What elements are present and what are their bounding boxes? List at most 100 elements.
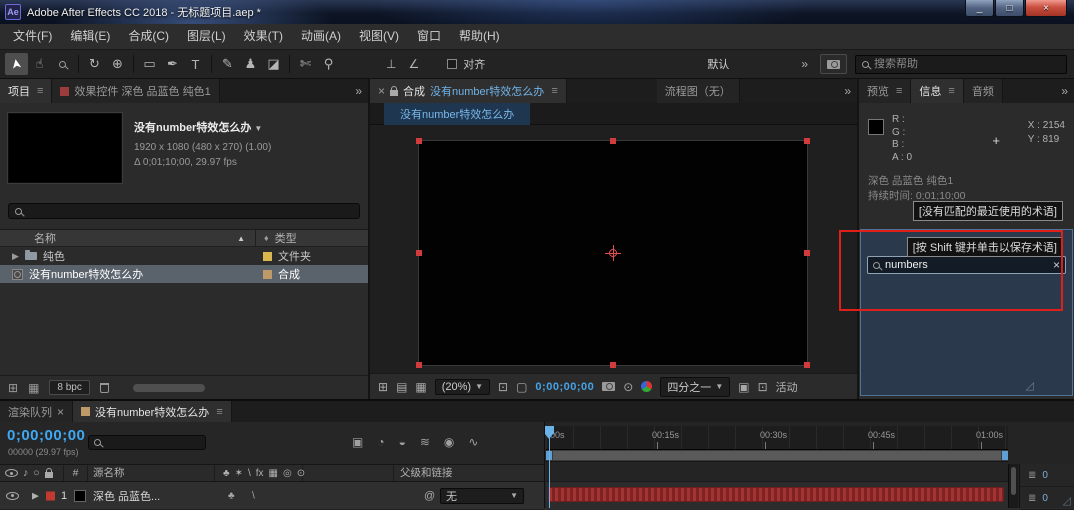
motion-blur-icon[interactable]: ◉ (444, 435, 454, 449)
brush-tool[interactable]: ✎ (216, 53, 239, 75)
eye-icon[interactable] (5, 469, 18, 477)
column-source-name[interactable]: 源名称 (88, 465, 215, 481)
panel-overflow-chevron[interactable]: » (349, 84, 368, 98)
work-area-end-handle[interactable] (1002, 451, 1008, 460)
tab-flowchart[interactable]: 流程图（无） (657, 79, 740, 103)
panel-grip-icon[interactable]: ◿ (1026, 379, 1034, 392)
local-axis-mode-icon[interactable]: ⊥ (386, 57, 396, 71)
transparency-grid-icon[interactable]: ▢ (516, 380, 527, 394)
table-row-selected[interactable]: 没有number特效怎么办 合成 (0, 265, 368, 283)
layer-track[interactable] (546, 482, 1008, 510)
current-timecode[interactable]: 0;00;00;00 (7, 427, 85, 444)
trash-icon[interactable] (100, 383, 109, 393)
selection-handle[interactable] (416, 138, 422, 144)
playhead-line[interactable] (549, 426, 550, 508)
mini-flowchart-icon[interactable]: ▣ (352, 435, 363, 449)
scrollbar-thumb[interactable] (1011, 467, 1016, 495)
menu-edit[interactable]: 编辑(E) (61, 24, 119, 49)
panel-menu-icon[interactable]: ≡ (948, 85, 954, 97)
snapshot-camera-icon[interactable] (602, 382, 615, 391)
viewer-timecode[interactable]: 0;00;00;00 (535, 381, 594, 393)
composition-frame[interactable] (418, 140, 808, 366)
roto-brush-tool[interactable]: ✄ (294, 53, 317, 75)
viewer-tab[interactable]: 没有number特效怎么办 (384, 103, 530, 125)
lock-icon[interactable] (390, 90, 398, 96)
panel-overflow-chevron[interactable]: » (1055, 84, 1074, 98)
help-search-input[interactable] (874, 58, 1060, 70)
interpret-footage-icon[interactable]: ⊞ (8, 381, 18, 395)
panel-menu-icon[interactable]: ≡ (551, 85, 557, 97)
selection-handle[interactable] (416, 250, 422, 256)
sync-settings-button[interactable] (820, 54, 847, 74)
frame-blend-switch-icon[interactable]: ▦ (269, 468, 278, 479)
panel-menu-icon[interactable]: ≡ (896, 85, 902, 97)
clear-search-icon[interactable]: × (1053, 259, 1060, 271)
panel-menu-icon[interactable]: ≡ (37, 85, 43, 97)
motion-blur-switch-icon[interactable]: ◎ (283, 468, 292, 479)
type-tool[interactable]: T (184, 53, 207, 75)
selection-tool[interactable]: ➤ (5, 53, 28, 75)
tab-project[interactable]: 项目 ≡ (0, 79, 52, 103)
close-button[interactable]: × (1025, 0, 1067, 17)
eye-icon[interactable] (6, 492, 19, 500)
menu-view[interactable]: 视图(V) (350, 24, 408, 49)
quality-switch-icon[interactable]: \ (248, 468, 251, 479)
selection-handle[interactable] (804, 362, 810, 368)
layer-label-chip[interactable] (46, 491, 55, 500)
show-snapshot-icon[interactable]: ⊙ (623, 380, 633, 394)
eraser-tool[interactable]: ◪ (262, 53, 285, 75)
tab-timeline-comp[interactable]: 没有number特效怎么办 ≡ (73, 401, 232, 422)
selection-handle[interactable] (804, 138, 810, 144)
selection-handle[interactable] (610, 138, 616, 144)
show-channels-icon[interactable] (641, 381, 652, 392)
audio-icon[interactable]: ♪ (23, 467, 28, 479)
zoom-tool[interactable] (51, 53, 74, 75)
tab-render-queue[interactable]: 渲染队列 × (0, 401, 73, 422)
tab-composition[interactable]: × 合成 没有number特效怎么办 ≡ (370, 79, 567, 103)
magnification-select[interactable]: (20%) ▼ (435, 379, 490, 395)
tab-effect-controls[interactable]: 效果控件 深色 品蓝色 纯色1 (52, 79, 219, 103)
resolution-select[interactable]: 四分之一 ▼ (660, 377, 730, 397)
panel-grip-icon[interactable]: ◿ (1063, 494, 1071, 507)
comp-thumbnail[interactable] (8, 113, 122, 183)
shy-switch-icon[interactable]: ♣ (223, 468, 230, 479)
chevron-down-icon[interactable]: ▼ (254, 124, 262, 133)
menu-file[interactable]: 文件(F) (4, 24, 61, 49)
side-row[interactable]: ≣ 0 (1020, 464, 1074, 487)
panel-overflow-chevron[interactable]: » (838, 84, 857, 98)
column-layer-number[interactable]: # (64, 465, 88, 481)
layer-duration-bar[interactable] (548, 487, 1004, 502)
pen-tool[interactable]: ✒ (161, 53, 184, 75)
workspace-selector[interactable]: 默认 (707, 56, 729, 72)
new-folder-icon[interactable]: ▦ (28, 381, 39, 395)
close-icon[interactable]: × (378, 84, 385, 98)
time-ruler[interactable]: 00s 00:15s 00:30s 00:45s 01:00s (546, 426, 1008, 450)
color-depth-button[interactable]: 8 bpc (49, 380, 89, 395)
clone-stamp-tool[interactable]: ♟ (239, 53, 262, 75)
timeline-search-input[interactable] (106, 437, 200, 448)
maximize-button[interactable]: □ (995, 0, 1024, 17)
twirl-icon[interactable]: ▶ (12, 251, 19, 262)
label-color-chip[interactable] (263, 270, 272, 279)
anchor-point-icon[interactable] (605, 245, 621, 261)
effects-search-input[interactable] (885, 259, 1048, 271)
snap-toggle[interactable]: 对齐 (447, 56, 485, 72)
vertical-scrollbar[interactable] (1008, 464, 1018, 508)
lock-icon[interactable] (45, 472, 53, 478)
hide-shy-layers-icon[interactable]: ◒ (399, 435, 406, 449)
minimize-button[interactable]: _ (965, 0, 994, 17)
hand-tool[interactable]: ☝ (28, 53, 51, 75)
menu-animation[interactable]: 动画(A) (292, 24, 350, 49)
graph-editor-icon[interactable]: ∿ (468, 435, 478, 449)
fast-previews-icon[interactable]: ▣ (738, 380, 749, 394)
region-of-interest-icon[interactable]: ⊡ (498, 380, 508, 394)
table-row[interactable]: ▶ 纯色 文件夹 (0, 247, 368, 265)
fx-switch-icon[interactable]: fx (256, 468, 264, 479)
layer-name[interactable]: 深色 品蓝色... (93, 488, 160, 504)
menu-window[interactable]: 窗口 (408, 24, 450, 49)
always-preview-icon[interactable]: ⊞ (378, 380, 388, 394)
quality-switch-icon[interactable]: \ (252, 490, 255, 501)
tab-audio[interactable]: 音频 (964, 79, 1003, 103)
composition-viewer[interactable] (370, 125, 857, 373)
film-icon[interactable]: ▦ (415, 380, 426, 394)
